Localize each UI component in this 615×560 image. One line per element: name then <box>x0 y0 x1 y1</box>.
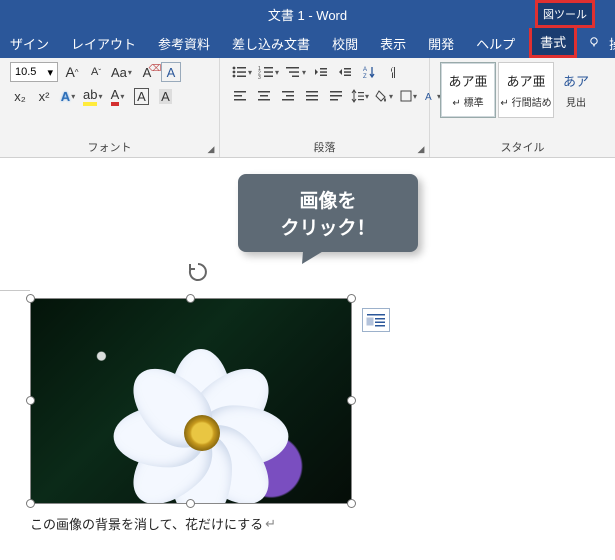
ribbon: 10.5 ▾ A^ Aˇ Aa▾ A⌫ A x₂ x² A▾ ab▾ A▾ A … <box>0 58 615 158</box>
align-right-button[interactable] <box>278 86 298 106</box>
group-font: 10.5 ▾ A^ Aˇ Aa▾ A⌫ A x₂ x² A▾ ab▾ A▾ A … <box>0 58 220 157</box>
annotation-callout: 画像を クリック！ <box>238 174 418 252</box>
selected-image[interactable] <box>30 298 352 504</box>
char-border-button[interactable]: A <box>131 86 151 106</box>
resize-handle[interactable] <box>347 294 356 303</box>
margin-guide <box>0 290 30 291</box>
body-text[interactable]: この画像の背景を消して、花だけにする↵ <box>30 514 276 533</box>
rotate-handle-icon[interactable] <box>186 260 210 284</box>
numbering-button[interactable]: 123▾ <box>257 62 280 82</box>
svg-text:3: 3 <box>258 75 261 79</box>
shrink-font-button[interactable]: Aˇ <box>86 62 106 82</box>
style-normal[interactable]: あア亜 ↵ 標準 <box>440 62 496 118</box>
tab-format[interactable]: 書式 <box>529 28 577 58</box>
align-center-button[interactable] <box>254 86 274 106</box>
justify-button[interactable] <box>302 86 322 106</box>
distribute-button[interactable] <box>326 86 346 106</box>
titlebar: 文書 1 - Word 図ツール <box>0 0 615 28</box>
grow-font-button[interactable]: A^ <box>62 62 82 82</box>
style-no-spacing[interactable]: あア亜 ↵ 行間詰め <box>498 62 554 118</box>
callout-line2: クリック！ <box>280 213 375 240</box>
svg-text:A: A <box>363 67 367 73</box>
contextual-tab-picture-tools[interactable]: 図ツール <box>535 0 595 28</box>
group-styles-label: スタイル <box>440 137 605 155</box>
group-paragraph-label: 段落 <box>230 137 419 155</box>
callout-line1: 画像を <box>299 186 356 213</box>
font-color-button[interactable]: A▾ <box>107 86 127 106</box>
tab-review[interactable]: 校閲 <box>324 28 366 58</box>
group-font-label: フォント <box>10 137 209 155</box>
tab-design[interactable]: ザイン <box>2 28 57 58</box>
tab-view[interactable]: 表示 <box>372 28 414 58</box>
bullets-button[interactable]: ▾ <box>230 62 253 82</box>
font-dialog-launcher[interactable]: ◢ <box>205 143 217 155</box>
style-heading[interactable]: あア 見出 <box>556 62 596 118</box>
highlight-button[interactable]: ab▾ <box>82 86 103 106</box>
tell-me[interactable]: 操発 <box>607 28 615 58</box>
char-frame-button[interactable]: A <box>161 62 181 82</box>
flower-image <box>31 299 351 503</box>
tab-help[interactable]: ヘルプ <box>468 28 523 58</box>
resize-handle[interactable] <box>26 499 35 508</box>
ribbon-tabs: ザイン レイアウト 参考資料 差し込み文書 校閲 表示 開発 ヘルプ 書式 操発 <box>0 28 615 58</box>
font-size-combo[interactable]: 10.5 ▾ <box>10 62 58 82</box>
shading-button[interactable]: ▾ <box>374 86 394 106</box>
tab-references[interactable]: 参考資料 <box>150 28 218 58</box>
layout-options-icon <box>366 312 386 328</box>
resize-handle[interactable] <box>186 294 195 303</box>
borders-button[interactable]: ▾ <box>398 86 418 106</box>
superscript-button[interactable]: x² <box>34 86 54 106</box>
resize-handle[interactable] <box>347 499 356 508</box>
show-marks-button[interactable] <box>383 62 403 82</box>
group-styles: あア亜 ↵ 標準 あア亜 ↵ 行間詰め あア 見出 スタイル <box>430 58 615 157</box>
resize-handle[interactable] <box>26 294 35 303</box>
chevron-down-icon: ▾ <box>47 66 53 79</box>
clear-format-button[interactable]: A⌫ <box>137 62 157 82</box>
tab-mailings[interactable]: 差し込み文書 <box>224 28 318 58</box>
tell-me-icon[interactable] <box>587 35 601 52</box>
group-paragraph: ▾ 123▾ ▾ AZ ▾ ▾ ▾ A▾ 段落 ◢ <box>220 58 430 157</box>
svg-text:Z: Z <box>363 74 367 79</box>
tab-layout[interactable]: レイアウト <box>63 28 144 58</box>
line-spacing-button[interactable]: ▾ <box>350 86 370 106</box>
resize-handle[interactable] <box>26 396 35 405</box>
layout-options-button[interactable] <box>362 308 390 332</box>
change-case-button[interactable]: Aa▾ <box>110 62 133 82</box>
contextual-tab-label: 図ツール <box>543 6 587 22</box>
align-left-button[interactable] <box>230 86 250 106</box>
increase-indent-button[interactable] <box>335 62 355 82</box>
paragraph-dialog-launcher[interactable]: ◢ <box>415 143 427 155</box>
subscript-button[interactable]: x₂ <box>10 86 30 106</box>
resize-handle[interactable] <box>186 499 195 508</box>
decrease-indent-button[interactable] <box>311 62 331 82</box>
char-shading-button[interactable]: A <box>155 86 175 106</box>
return-mark-icon: ↵ <box>265 516 276 532</box>
text-effects-button[interactable]: A▾ <box>58 86 78 106</box>
document-area[interactable]: 画像を クリック！ <box>0 158 615 560</box>
window-title: 文書 1 - Word <box>268 5 347 24</box>
font-size-value: 10.5 <box>15 66 36 78</box>
tab-developer[interactable]: 開発 <box>420 28 462 58</box>
resize-handle[interactable] <box>347 396 356 405</box>
sort-button[interactable]: AZ <box>359 62 379 82</box>
caption-text: この画像の背景を消して、花だけにする <box>30 514 263 533</box>
multilevel-button[interactable]: ▾ <box>284 62 307 82</box>
